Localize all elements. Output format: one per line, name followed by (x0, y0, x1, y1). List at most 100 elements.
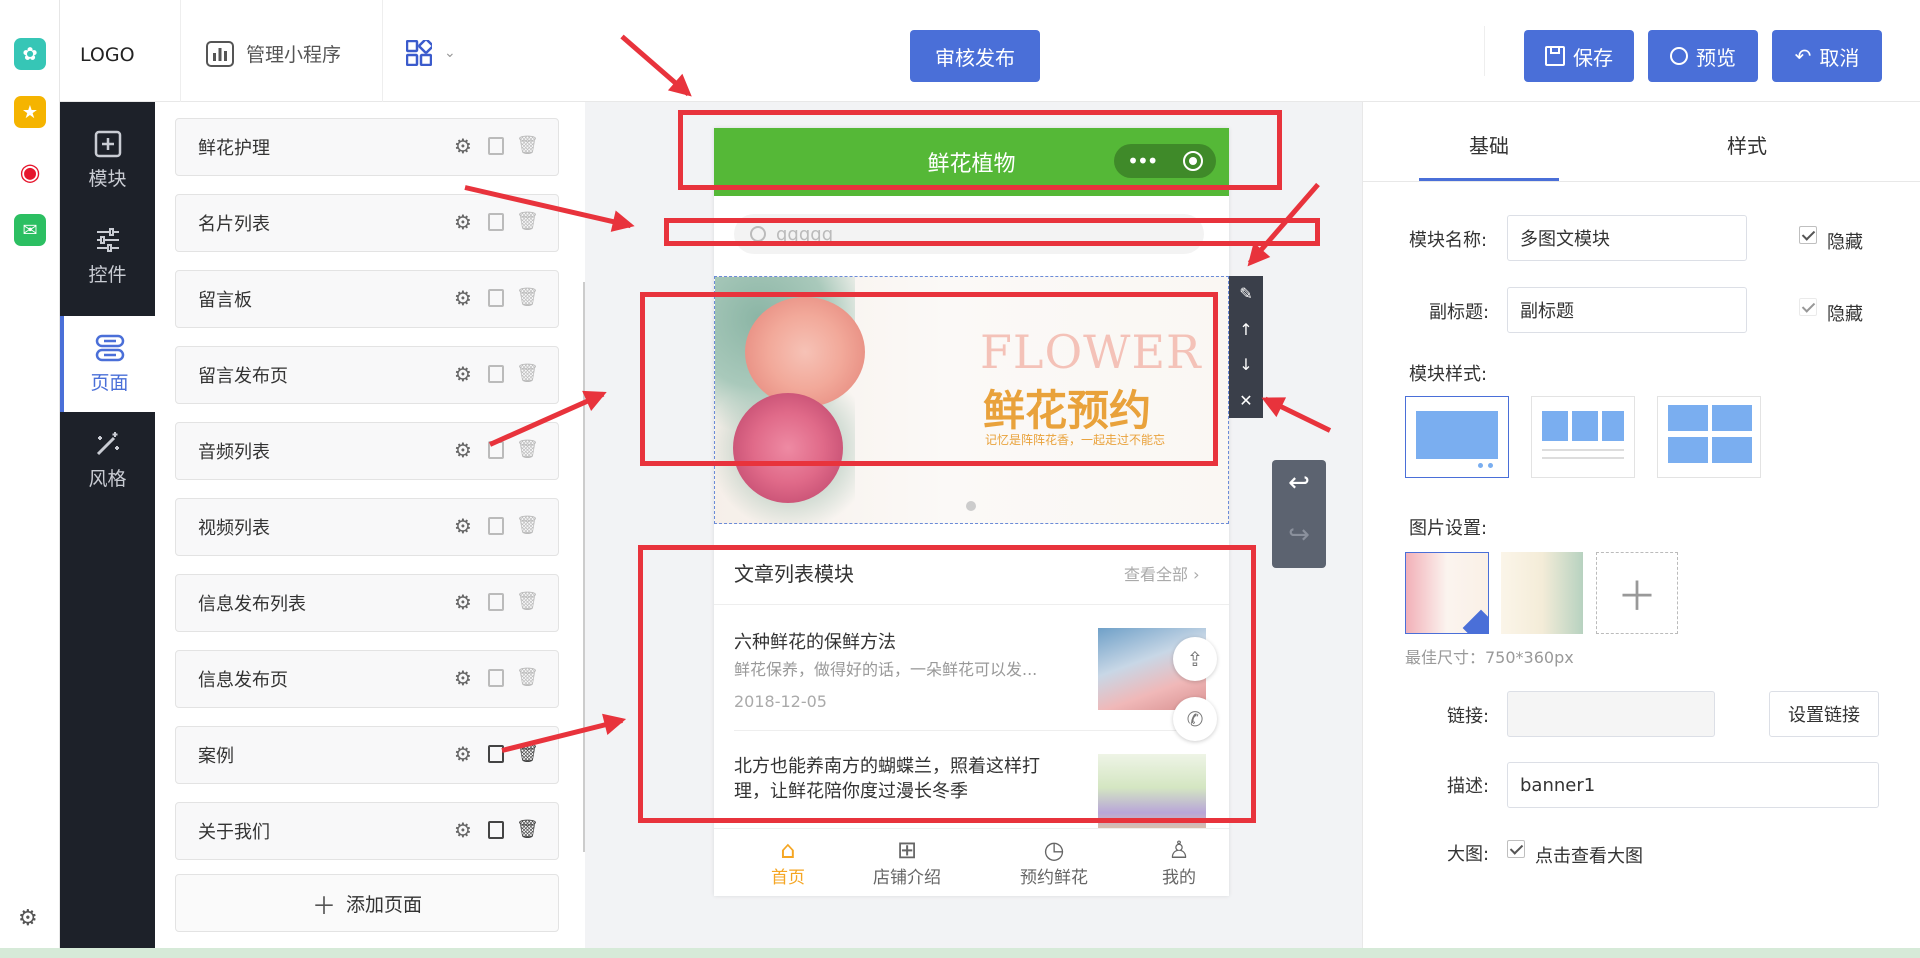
arrow-up-icon[interactable]: ↑ (1239, 320, 1252, 339)
style-option-single[interactable] (1405, 396, 1509, 478)
page-list-item[interactable]: 留言板 ⚙ 🗑 (175, 270, 559, 328)
tab-booking[interactable]: ◷ 预约鲜花 (1004, 837, 1104, 888)
copy-icon[interactable] (488, 669, 504, 687)
tab-basic[interactable]: 基础 (1419, 130, 1559, 159)
page-item-label: 信息发布页 (198, 670, 288, 691)
hide-checkbox[interactable] (1799, 298, 1817, 316)
trash-icon[interactable]: 🗑 (516, 135, 539, 157)
subtitle-input[interactable]: 副标题 (1507, 287, 1747, 333)
arrow-down-icon[interactable]: ↓ (1239, 355, 1252, 374)
scrollbar[interactable] (583, 282, 585, 852)
copy-icon[interactable] (488, 137, 504, 155)
trash-icon[interactable]: 🗑 (516, 363, 539, 385)
edit-icon[interactable]: ✎ (1239, 284, 1252, 303)
settings-icon[interactable]: ⚙ (454, 591, 476, 613)
settings-icon[interactable]: ⚙ (454, 819, 476, 841)
style-option-three[interactable] (1531, 396, 1635, 478)
app-icon-teal[interactable]: ✿ (14, 38, 46, 70)
trash-icon[interactable]: 🗑 (516, 819, 539, 841)
tab-mine[interactable]: ♙ 我的 (1144, 837, 1214, 888)
settings-icon[interactable]: ⚙ (454, 211, 476, 233)
app-switcher[interactable]: ⌄ (406, 40, 456, 66)
clock-icon: ◷ (1043, 836, 1065, 864)
add-page-button[interactable]: ＋ 添加页面 (175, 874, 559, 932)
add-image-button[interactable]: ＋ (1596, 552, 1678, 634)
page-item-label: 视频列表 (198, 518, 270, 539)
trash-icon[interactable]: 🗑 (516, 211, 539, 233)
page-list-item[interactable]: 信息发布列表 ⚙ 🗑 (175, 574, 559, 632)
page-list-item[interactable]: 名片列表 ⚙ 🗑 (175, 194, 559, 252)
home-icon: ⌂ (780, 836, 796, 864)
undo-icon: ↶ (1794, 44, 1812, 68)
copy-icon[interactable] (488, 213, 504, 231)
manage-miniprogram[interactable]: 管理小程序 (206, 40, 341, 67)
trash-icon[interactable]: 🗑 (516, 515, 539, 537)
settings-icon[interactable]: ⚙ (454, 287, 476, 309)
page-list-item[interactable]: 视频列表 ⚙ 🗑 (175, 498, 559, 556)
desc-label: 描述: (1447, 776, 1490, 797)
big-image-checkbox[interactable] (1507, 840, 1525, 858)
undo-icon[interactable]: ↩ (1272, 468, 1326, 498)
tab-store[interactable]: ⊞ 店铺介绍 (862, 837, 952, 888)
preview-button[interactable]: 预览 (1648, 30, 1758, 82)
mail-app-icon[interactable]: ✉ (14, 214, 46, 246)
settings-icon[interactable]: ⚙ (454, 439, 476, 461)
tab-style[interactable]: 样式 (1677, 130, 1817, 159)
set-link-button[interactable]: 设置链接 (1769, 691, 1879, 737)
hide-checkbox[interactable] (1799, 226, 1817, 244)
cancel-button[interactable]: ↶ 取消 (1772, 30, 1882, 82)
image-thumb[interactable] (1501, 552, 1583, 634)
link-label: 链接: (1447, 706, 1490, 727)
style-option-grid[interactable] (1657, 396, 1761, 478)
copy-icon[interactable] (488, 517, 504, 535)
redo-icon[interactable]: ↪ (1272, 520, 1326, 550)
settings-icon[interactable]: ⚙ (454, 743, 476, 765)
page-list-item[interactable]: 案例 ⚙ 🗑 (175, 726, 559, 784)
trash-icon[interactable]: 🗑 (516, 591, 539, 613)
desc-input[interactable]: banner1 (1507, 762, 1879, 808)
nav-item-modules[interactable]: 模块 (60, 112, 155, 208)
nav-item-style[interactable]: 风格 (60, 412, 155, 508)
link-input[interactable] (1507, 691, 1715, 737)
copy-icon[interactable] (488, 289, 504, 307)
star-app-icon[interactable]: ★ (14, 96, 46, 128)
page-item-label: 关于我们 (198, 822, 270, 843)
page-list-item[interactable]: 关于我们 ⚙ 🗑 (175, 802, 559, 860)
copy-icon[interactable] (488, 593, 504, 611)
nav-item-pages[interactable]: 页面 (60, 316, 155, 412)
copy-icon[interactable] (488, 821, 504, 839)
image-setting-label: 图片设置: (1409, 518, 1488, 539)
page-list-panel: 鲜花护理 ⚙ 🗑 名片列表 ⚙ 🗑 留言板 ⚙ 🗑 留言发布页 ⚙ 🗑 音频列表 ⚙ 🗑 视频列表 ⚙ 🗑 信息发布… (155, 102, 585, 958)
gear-icon[interactable]: ⚙ (18, 906, 42, 931)
publish-button[interactable]: 审核发布 (910, 30, 1040, 82)
trash-icon[interactable]: 🗑 (516, 439, 539, 461)
carousel-dot[interactable] (966, 501, 976, 511)
settings-icon[interactable]: ⚙ (454, 667, 476, 689)
annotation-box (638, 545, 1256, 823)
weibo-icon[interactable]: ◉ (14, 156, 46, 188)
page-item-label: 留言发布页 (198, 366, 288, 387)
trash-icon[interactable]: 🗑 (516, 667, 539, 689)
module-style-label: 模块样式: (1409, 364, 1488, 385)
image-thumb-selected[interactable] (1405, 552, 1489, 634)
settings-icon[interactable]: ⚙ (454, 515, 476, 537)
page-list-item[interactable]: 留言发布页 ⚙ 🗑 (175, 346, 559, 404)
taskbar (0, 948, 1920, 958)
hide-label: 隐藏 (1827, 232, 1863, 253)
copy-icon[interactable] (488, 365, 504, 383)
check-icon (1462, 609, 1488, 633)
close-icon[interactable]: ✕ (1239, 391, 1252, 410)
save-button[interactable]: 保存 (1524, 30, 1634, 82)
page-list-item[interactable]: 音频列表 ⚙ 🗑 (175, 422, 559, 480)
search-icon (1670, 47, 1688, 65)
annotation-arrow (1264, 396, 1332, 433)
module-name-input[interactable]: 多图文模块 (1507, 215, 1747, 261)
page-list-item[interactable]: 信息发布页 ⚙ 🗑 (175, 650, 559, 708)
trash-icon[interactable]: 🗑 (516, 287, 539, 309)
page-list-item[interactable]: 鲜花护理 ⚙ 🗑 (175, 118, 559, 176)
save-icon (1545, 46, 1565, 66)
settings-icon[interactable]: ⚙ (454, 135, 476, 157)
tab-home[interactable]: ⌂ 首页 (748, 837, 828, 888)
nav-item-controls[interactable]: 控件 (60, 208, 155, 304)
settings-icon[interactable]: ⚙ (454, 363, 476, 385)
